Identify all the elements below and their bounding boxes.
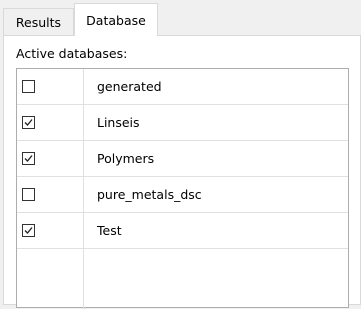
- empty-checkbox-column: [17, 249, 84, 309]
- database-name: Linseis: [97, 115, 140, 130]
- tab-bar: Results Database: [0, 0, 361, 36]
- list-empty-area: [17, 249, 348, 309]
- database-checkbox[interactable]: [22, 80, 35, 93]
- tab-results-label: Results: [15, 14, 62, 30]
- tab-database[interactable]: Database: [74, 3, 158, 36]
- checkmark-icon: [24, 119, 33, 126]
- checkbox-cell: [17, 141, 84, 176]
- checkbox-cell: [17, 213, 84, 248]
- tab-database-label: Database: [86, 12, 146, 28]
- database-name: generated: [97, 79, 162, 94]
- checkmark-icon: [24, 227, 33, 234]
- database-row[interactable]: Test: [17, 213, 348, 249]
- database-name: Test: [97, 223, 122, 238]
- database-name: Polymers: [97, 151, 155, 166]
- database-checkbox[interactable]: [22, 224, 35, 237]
- database-row[interactable]: Polymers: [17, 141, 348, 177]
- database-checkbox[interactable]: [22, 188, 35, 201]
- database-row[interactable]: generated: [17, 69, 348, 105]
- database-name: pure_metals_dsc: [97, 187, 202, 202]
- database-row[interactable]: Linseis: [17, 105, 348, 141]
- checkmark-icon: [24, 155, 33, 162]
- checkbox-cell: [17, 69, 84, 104]
- checkbox-cell: [17, 177, 84, 212]
- active-databases-label: Active databases:: [16, 46, 128, 61]
- tab-results[interactable]: Results: [3, 8, 74, 35]
- database-checkbox[interactable]: [22, 116, 35, 129]
- database-list: generated Linseis Polymers pure_metals_d…: [16, 68, 349, 309]
- checkbox-cell: [17, 105, 84, 140]
- database-checkbox[interactable]: [22, 152, 35, 165]
- database-row[interactable]: pure_metals_dsc: [17, 177, 348, 213]
